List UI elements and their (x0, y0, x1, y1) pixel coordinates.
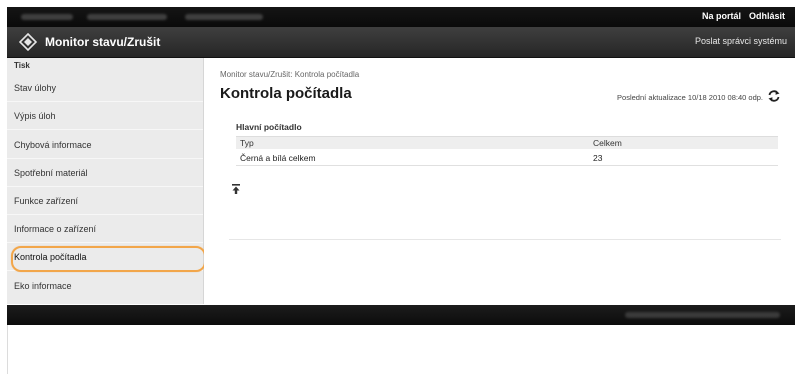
sidebar-item-job-status[interactable]: Stav úlohy (7, 74, 203, 102)
send-to-admin-link[interactable]: Poslat správci systému (695, 36, 787, 46)
sidebar-item-eco-info[interactable]: Eko informace (7, 272, 203, 300)
top-arrow-icon[interactable] (232, 184, 240, 194)
last-update-text: Poslední aktualizace 10/18 2010 08:40 od… (617, 93, 763, 102)
cell-total: 23 (593, 153, 603, 163)
cell-type: Černá a bílá celkem (240, 153, 316, 163)
browser-page: Na portál Odhlásit Monitor stavu/Zrušit … (7, 0, 796, 374)
sidebar-item-label: Stav úlohy (14, 83, 57, 93)
column-header-total: Celkem (593, 138, 622, 148)
sidebar-item-job-log[interactable]: Výpis úloh (7, 102, 203, 130)
title-bar: Monitor stavu/Zrušit Poslat správci syst… (7, 27, 795, 58)
obscured-text (185, 14, 263, 20)
sidebar-item-label: Funkce zařízení (14, 196, 79, 206)
sidebar-item-error-info[interactable]: Chybová informace (7, 131, 203, 159)
sidebar-item-label: Informace o zařízení (14, 224, 97, 234)
diamond-logo-icon (19, 33, 37, 51)
obscured-text (87, 14, 167, 20)
main-counter-panel: Hlavní počítadlo Typ Celkem Černá a bílá… (229, 118, 781, 240)
breadcrumb: Monitor stavu/Zrušit: Kontrola počítadla (220, 70, 360, 79)
my-portal-link[interactable]: Na portál (702, 11, 741, 21)
counter-table: Typ Celkem Černá a bílá celkem 23 (236, 136, 778, 166)
page-title: Kontrola počítadla (220, 85, 352, 102)
divider (229, 239, 781, 240)
top-bar: Na portál Odhlásit (7, 7, 795, 27)
sidebar-section-title: Tisk (14, 61, 30, 70)
obscured-text (625, 312, 780, 318)
sidebar-item-device-features[interactable]: Funkce zařízení (7, 187, 203, 215)
blank-area (7, 325, 796, 374)
footer-bar (7, 305, 795, 325)
top-links: Na portál Odhlásit (702, 11, 785, 21)
sidebar-item-device-info[interactable]: Informace o zařízení (7, 215, 203, 243)
app-title: Monitor stavu/Zrušit (45, 35, 161, 49)
refresh-icon[interactable] (767, 89, 781, 103)
logout-link[interactable]: Odhlásit (749, 11, 785, 21)
table-header: Typ Celkem (236, 136, 778, 149)
main-content: Monitor stavu/Zrušit: Kontrola počítadla… (204, 58, 795, 304)
panel-title: Hlavní počítadlo (236, 122, 302, 132)
column-header-type: Typ (240, 138, 254, 148)
sidebar-item-label: Spotřební materiál (14, 168, 88, 178)
sidebar-item-consumables[interactable]: Spotřební materiál (7, 159, 203, 187)
sidebar-item-label: Chybová informace (14, 140, 92, 150)
table-row: Černá a bílá celkem 23 (236, 149, 778, 166)
sidebar-item-label: Výpis úloh (14, 111, 56, 121)
highlight-ring (11, 246, 206, 272)
sidebar-item-label: Eko informace (14, 281, 72, 291)
obscured-text (21, 14, 73, 20)
